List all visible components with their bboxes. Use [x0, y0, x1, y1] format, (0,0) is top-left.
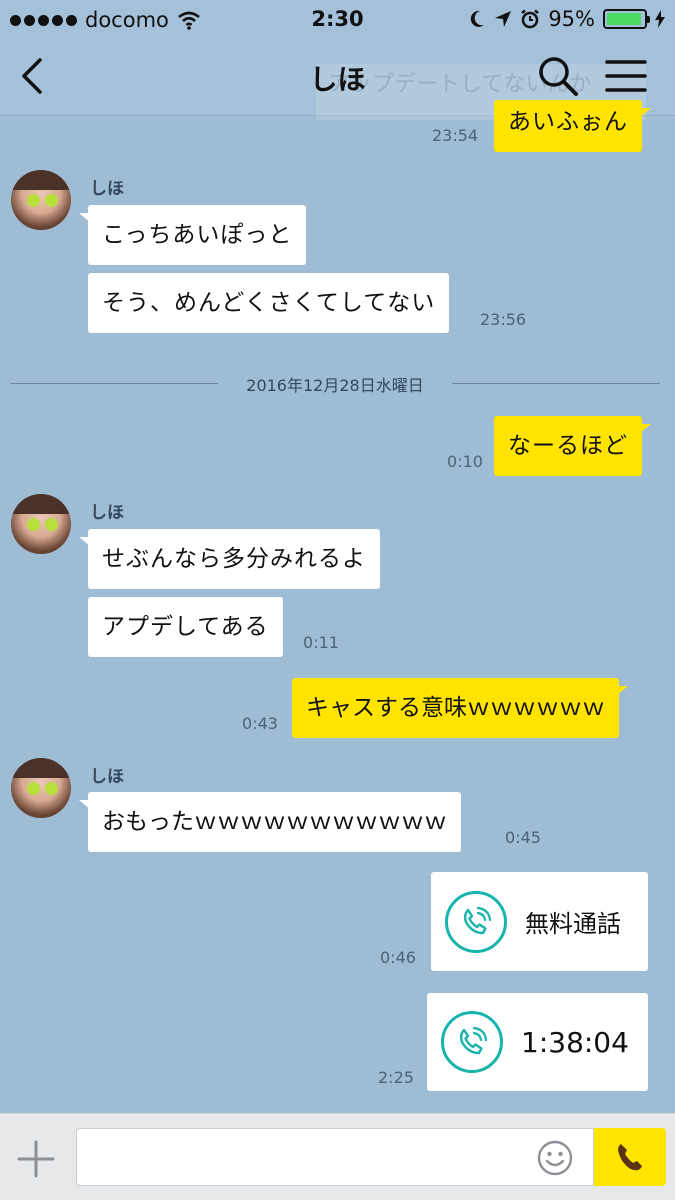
- message-time: 2:25: [378, 1068, 414, 1087]
- hamburger-menu-icon[interactable]: [604, 56, 648, 96]
- charging-bolt-icon: [655, 10, 665, 28]
- battery-icon: [603, 9, 650, 29]
- message-time: 0:46: [380, 948, 416, 967]
- sender-name: しほ: [90, 767, 124, 787]
- outgoing-message[interactable]: あいふぉん: [494, 100, 651, 152]
- message-time: 0:10: [447, 452, 483, 471]
- phone-icon: [618, 1144, 642, 1171]
- incoming-message[interactable]: おもったｗｗｗｗｗｗｗｗｗｗｗ: [79, 792, 461, 852]
- location-arrow-icon: [495, 11, 512, 27]
- plus-icon[interactable]: [16, 1139, 56, 1179]
- phone-call-icon: [441, 1011, 503, 1073]
- battery-percent: 95%: [548, 7, 595, 31]
- avatar[interactable]: [11, 170, 71, 230]
- battery-fill: [607, 13, 642, 25]
- outgoing-message[interactable]: なーるほど: [494, 416, 651, 476]
- message-time: 0:43: [242, 714, 278, 733]
- date-separator-text: 2016年12月28日水曜日: [246, 376, 424, 395]
- incoming-message[interactable]: そう、めんどくさくてしてない: [88, 273, 450, 333]
- status-right: 95%: [468, 7, 665, 31]
- moon-icon: [471, 10, 485, 27]
- alarm-icon: [521, 9, 540, 29]
- free-call-card[interactable]: 無料通話: [431, 872, 648, 971]
- incoming-message[interactable]: アプデしてある: [88, 597, 283, 657]
- message-time: 0:45: [505, 828, 541, 847]
- sender-name: しほ: [90, 179, 124, 199]
- message-time: 23:56: [480, 310, 527, 329]
- smiley-icon[interactable]: [536, 1139, 574, 1177]
- sender-name: しほ: [90, 503, 124, 523]
- search-icon[interactable]: [536, 54, 580, 98]
- incoming-message[interactable]: せぶんなら多分みれるよ: [79, 529, 380, 589]
- message-time: 0:11: [303, 633, 339, 652]
- call-duration-card[interactable]: 1:38:04: [427, 993, 648, 1091]
- call-label: 無料通話: [525, 910, 621, 938]
- input-bar: [0, 1113, 675, 1200]
- call-duration: 1:38:04: [521, 1025, 629, 1059]
- message-time: 23:54: [432, 126, 479, 145]
- avatar[interactable]: [11, 758, 71, 818]
- avatar[interactable]: [11, 494, 71, 554]
- call-button[interactable]: [594, 1128, 666, 1186]
- incoming-message[interactable]: こっちあいぽっと: [78, 205, 307, 265]
- phone-call-icon: [445, 890, 507, 953]
- date-separator: 2016年12月28日水曜日: [10, 372, 660, 395]
- status-bar: docomo 2:30 95%: [0, 0, 675, 38]
- message-input[interactable]: [76, 1128, 594, 1186]
- outgoing-message[interactable]: キャスする意味ｗｗｗｗｗｗ: [292, 678, 628, 738]
